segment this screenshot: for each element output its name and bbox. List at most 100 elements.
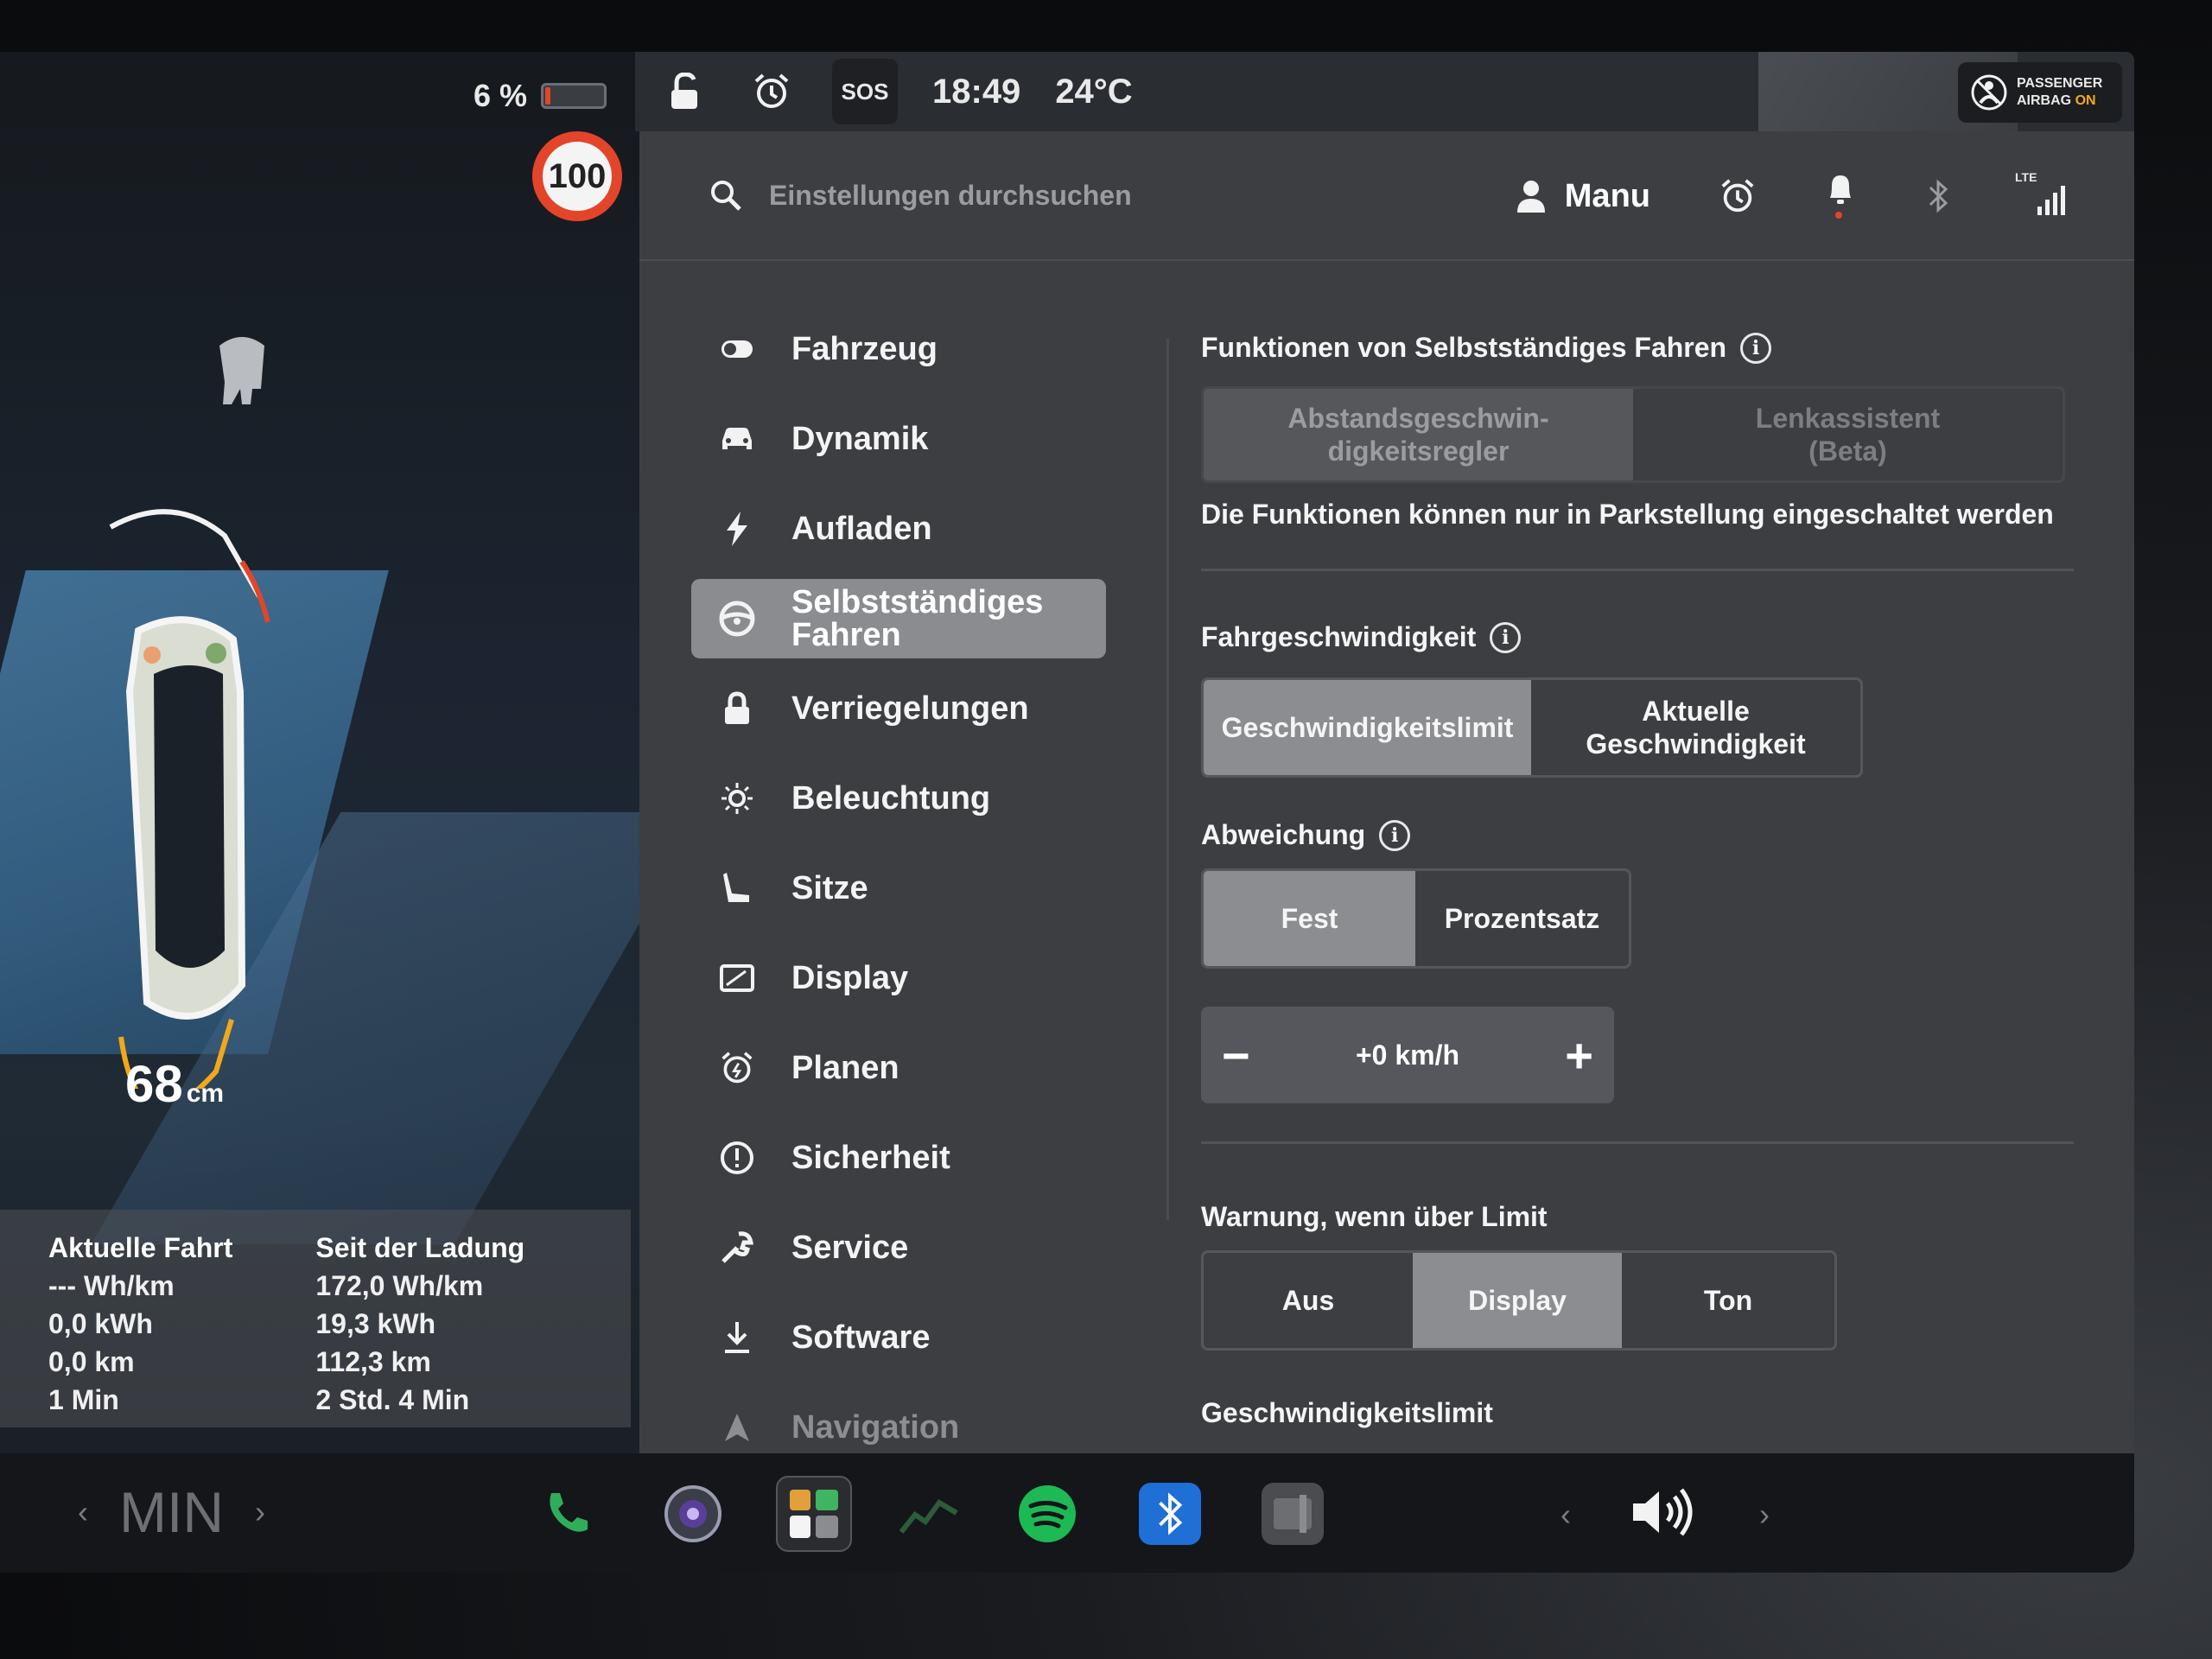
offset-stepper: − +0 km/h + bbox=[1201, 1007, 1614, 1103]
sun-icon bbox=[717, 779, 757, 818]
phone-icon[interactable] bbox=[536, 1483, 598, 1545]
alarm-clock-icon[interactable] bbox=[746, 66, 798, 118]
lte-label: LTE bbox=[2015, 170, 2037, 184]
section-divider bbox=[1201, 1141, 2074, 1144]
bluetooth-icon[interactable] bbox=[1139, 1483, 1201, 1545]
autopilot-settings: Funktionen von Selbstständiges Fahren i … bbox=[1201, 332, 2074, 1429]
distance-value: 68 bbox=[125, 1055, 183, 1113]
option-sound[interactable]: Ton bbox=[1622, 1253, 1834, 1348]
option-speed-limit[interactable]: Geschwindigkeitslimit bbox=[1204, 680, 1532, 775]
sidebar-item-sitze[interactable]: Sitze bbox=[691, 843, 1106, 933]
autopilot-features-heading: Funktionen von Selbstständiges Fahren i bbox=[1201, 332, 2074, 364]
sidebar-item-display[interactable]: Display bbox=[691, 933, 1106, 1023]
notification-dot bbox=[1835, 212, 1842, 219]
section-title: Warnung, wenn über Limit bbox=[1201, 1201, 1548, 1232]
driving-visualization: 6 % 100 68 cm Aktuelle Fahrt --- Wh/km 0,… bbox=[0, 52, 639, 1573]
status-bar: SOS 18:49 24°C PASSENGER AIRBAG ON bbox=[635, 52, 2134, 131]
speed-limit-heading: Geschwindigkeitslimit bbox=[1201, 1397, 2074, 1429]
offset-value: +0 km/h bbox=[1355, 1039, 1460, 1071]
sidebar-item-label: Verriegelungen bbox=[791, 690, 1029, 727]
option-traffic-aware-cruise[interactable]: Abstandsgeschwin- digkeitsregler bbox=[1204, 389, 1633, 480]
option-percentage[interactable]: Prozentsatz bbox=[1415, 871, 1629, 966]
trip-summary: Aktuelle Fahrt --- Wh/km 0,0 kWh 0,0 km … bbox=[0, 1210, 631, 1427]
decrease-button[interactable]: − bbox=[1222, 1027, 1250, 1084]
sidebar-divider bbox=[1166, 339, 1169, 1220]
sidebar-item-label: Software bbox=[791, 1319, 931, 1356]
info-icon[interactable]: i bbox=[1379, 819, 1411, 851]
energy-graph-icon[interactable] bbox=[899, 1483, 961, 1545]
sidebar-item-label: Display bbox=[791, 959, 909, 996]
car-icon bbox=[717, 419, 757, 459]
sidebar-item-beleuchtung[interactable]: Beleuchtung bbox=[691, 753, 1106, 843]
sidebar-item-verriegelungen[interactable]: Verriegelungen bbox=[691, 664, 1106, 753]
option-autosteer-beta[interactable]: Lenkassistent (Beta) bbox=[1633, 389, 2063, 480]
driver-name: Manu bbox=[1564, 177, 1650, 214]
cabin-temperature[interactable]: MIN bbox=[119, 1479, 224, 1545]
settings-search-input[interactable]: Einstellungen durchsuchen bbox=[769, 180, 1132, 212]
cellular-signal: LTE bbox=[2015, 170, 2065, 215]
option-line: Geschwindigkeit bbox=[1586, 728, 1806, 760]
trip-charge-distance: 112,3 km bbox=[315, 1346, 431, 1377]
sidebar-item-fahrzeug[interactable]: Fahrzeug bbox=[691, 304, 1106, 394]
sidebar-item-sicherheit[interactable]: Sicherheit bbox=[691, 1113, 1106, 1203]
volume-chevron-right-icon[interactable]: › bbox=[1759, 1497, 1770, 1533]
signal-bar bbox=[2045, 200, 2050, 215]
offset-heading: Abweichung i bbox=[1201, 819, 2074, 851]
option-fixed[interactable]: Fest bbox=[1204, 871, 1416, 966]
volume-chevron-left-icon[interactable]: ‹ bbox=[1560, 1497, 1571, 1533]
option-off[interactable]: Aus bbox=[1204, 1253, 1413, 1348]
airbag-off-icon bbox=[1971, 74, 2007, 111]
airbag-label-line2: AIRBAG bbox=[2017, 93, 2072, 108]
spotify-icon[interactable] bbox=[1016, 1483, 1078, 1545]
alarm-clock-icon[interactable] bbox=[1719, 178, 1756, 214]
sos-button[interactable]: SOS bbox=[832, 59, 898, 124]
settings-panel: Einstellungen durchsuchen Manu LTE Fahrz… bbox=[639, 131, 2134, 1453]
settings-sidebar: Fahrzeug Dynamik Aufladen Selbstständige… bbox=[691, 304, 1106, 1472]
outside-temperature: 24°C bbox=[1055, 72, 1133, 111]
autopilot-features-segmented: Abstandsgeschwin- digkeitsregler Lenkass… bbox=[1201, 386, 2065, 483]
notifications-button[interactable] bbox=[1825, 172, 1856, 220]
wrench-icon bbox=[717, 1228, 757, 1268]
signal-bar bbox=[2053, 193, 2057, 215]
section-title: Abweichung bbox=[1201, 819, 1366, 850]
option-current-speed[interactable]: Aktuelle Geschwindigkeit bbox=[1531, 680, 1860, 775]
sidebar-item-dynamik[interactable]: Dynamik bbox=[691, 394, 1106, 484]
sidebar-item-software[interactable]: Software bbox=[691, 1293, 1106, 1382]
chevron-right-icon[interactable]: › bbox=[255, 1494, 265, 1530]
section-title: Fahrgeschwindigkeit bbox=[1201, 621, 1477, 652]
airbag-label-line1: PASSENGER bbox=[2017, 76, 2103, 91]
sidebar-item-label: Sicherheit bbox=[791, 1139, 950, 1176]
camera-icon[interactable] bbox=[662, 1483, 724, 1545]
increase-button[interactable]: + bbox=[1565, 1027, 1593, 1084]
sidebar-item-selbststaendiges-fahren[interactable]: Selbstständiges Fahren bbox=[691, 579, 1106, 658]
search-icon[interactable] bbox=[709, 178, 743, 213]
info-icon[interactable]: i bbox=[1490, 621, 1522, 653]
sidebar-item-service[interactable]: Service bbox=[691, 1203, 1106, 1293]
sidebar-item-label: Dynamik bbox=[791, 420, 929, 457]
sidebar-item-planen[interactable]: Planen bbox=[691, 1023, 1106, 1113]
chevron-left-icon[interactable]: ‹ bbox=[78, 1494, 88, 1530]
option-display[interactable]: Display bbox=[1413, 1253, 1623, 1348]
option-line: (Beta) bbox=[1808, 435, 1887, 467]
distance-unit: cm bbox=[186, 1079, 225, 1108]
volume-icon[interactable] bbox=[1630, 1486, 1699, 1542]
sidebar-item-label: Navigation bbox=[791, 1408, 960, 1446]
speed-mode-segmented: Geschwindigkeitslimit Aktuelle Geschwind… bbox=[1201, 677, 1863, 778]
alarm-clock-icon bbox=[717, 1048, 757, 1088]
driver-profile-button[interactable]: Manu bbox=[1516, 178, 1650, 215]
header-actions: Manu LTE bbox=[1516, 131, 2065, 261]
sidebar-item-label: Service bbox=[791, 1229, 909, 1266]
sidebar-item-label: Sitze bbox=[791, 869, 868, 906]
sidebar-item-aufladen[interactable]: Aufladen bbox=[691, 484, 1106, 574]
dashcam-icon[interactable] bbox=[1262, 1483, 1324, 1545]
alert-circle-icon bbox=[717, 1138, 757, 1178]
option-line: Abstandsgeschwin- bbox=[1287, 403, 1549, 434]
bluetooth-icon[interactable] bbox=[1925, 177, 1951, 215]
climate-control: ‹ MIN › bbox=[78, 1479, 265, 1545]
info-icon[interactable]: i bbox=[1740, 332, 1772, 364]
navigation-arrow-icon bbox=[717, 1408, 757, 1447]
unlock-icon[interactable] bbox=[659, 66, 711, 118]
trip-current-energy: 0,0 kWh bbox=[48, 1308, 153, 1339]
trip-since-charge: Seit der Ladung 172,0 Wh/km 19,3 kWh 112… bbox=[315, 1229, 524, 1427]
app-launcher-icon[interactable] bbox=[776, 1476, 852, 1552]
